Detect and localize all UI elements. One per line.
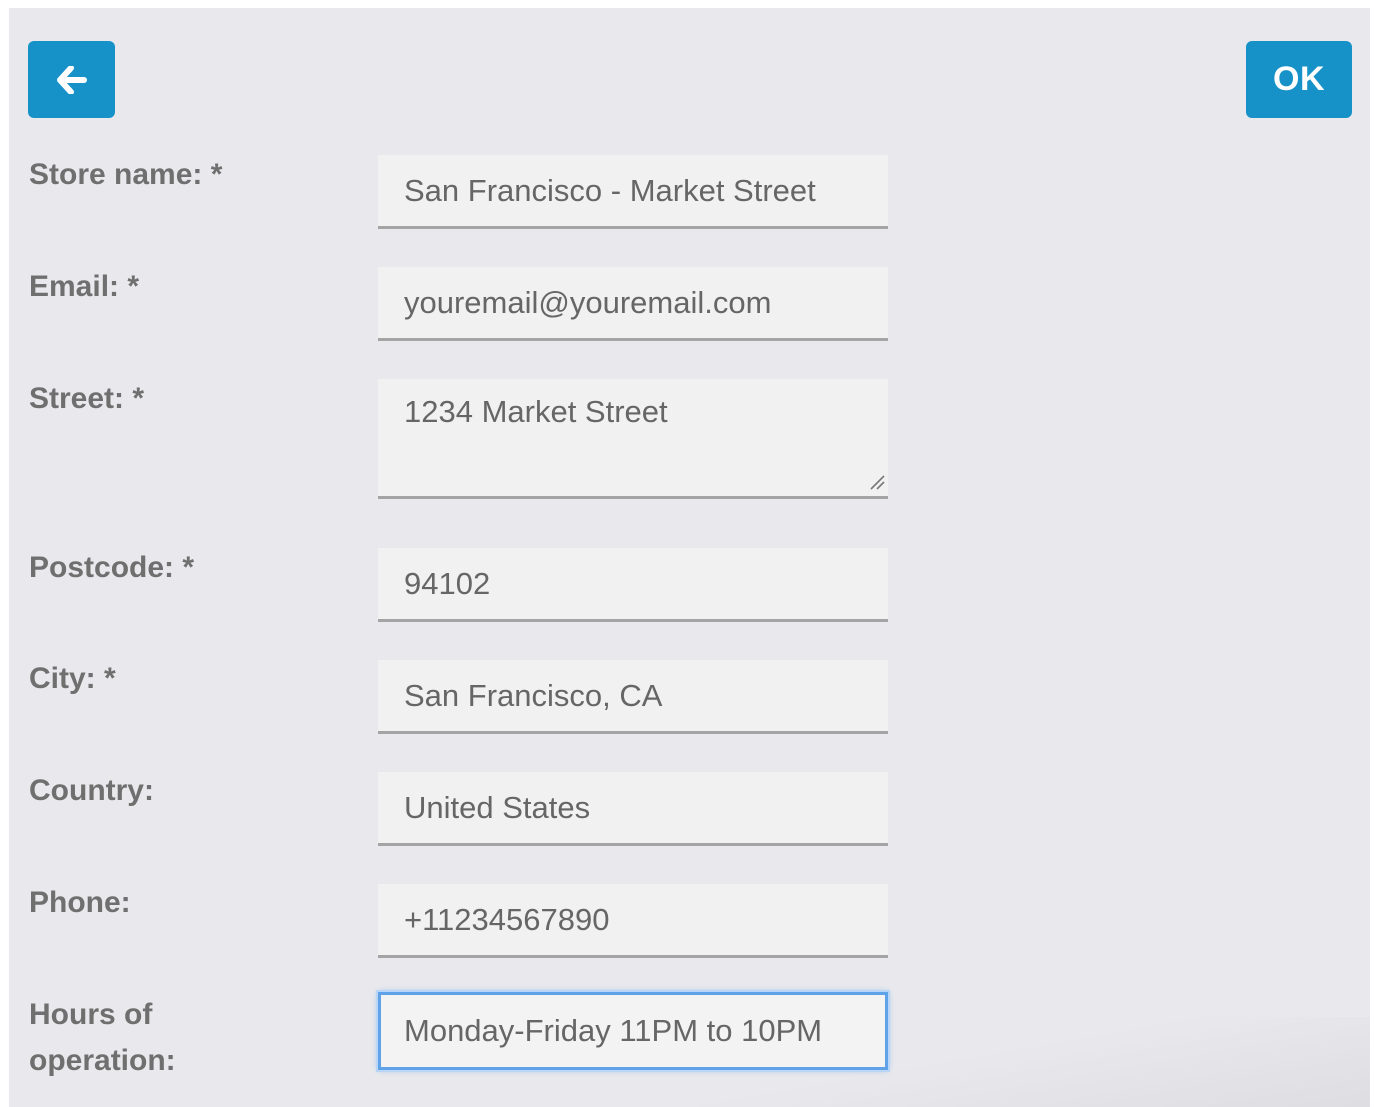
street-label: Street: *: [29, 382, 145, 415]
country-label: Country:: [29, 774, 154, 807]
phone-label: Phone:: [29, 886, 131, 919]
store-form-panel: OK Store name: * Email: * Street: * 1234…: [9, 8, 1370, 1107]
back-button[interactable]: [28, 41, 115, 118]
hours-label-line2: operation:: [29, 1044, 176, 1077]
ok-button[interactable]: OK: [1246, 41, 1352, 118]
postcode-label: Postcode: *: [29, 551, 195, 584]
arrow-left-icon: [56, 65, 87, 94]
resize-grip-icon[interactable]: [869, 474, 885, 490]
city-label: City: *: [29, 662, 116, 695]
country-input[interactable]: [378, 772, 888, 846]
hours-label-line1: Hours of: [29, 998, 153, 1031]
city-input[interactable]: [378, 660, 888, 734]
hours-input[interactable]: [378, 992, 888, 1070]
store-name-label: Store name: *: [29, 158, 223, 191]
store-name-input[interactable]: [378, 155, 888, 229]
postcode-input[interactable]: [378, 548, 888, 622]
street-textarea[interactable]: 1234 Market Street: [378, 379, 888, 499]
email-label: Email: *: [29, 270, 140, 303]
phone-input[interactable]: [378, 884, 888, 958]
email-input[interactable]: [378, 267, 888, 341]
